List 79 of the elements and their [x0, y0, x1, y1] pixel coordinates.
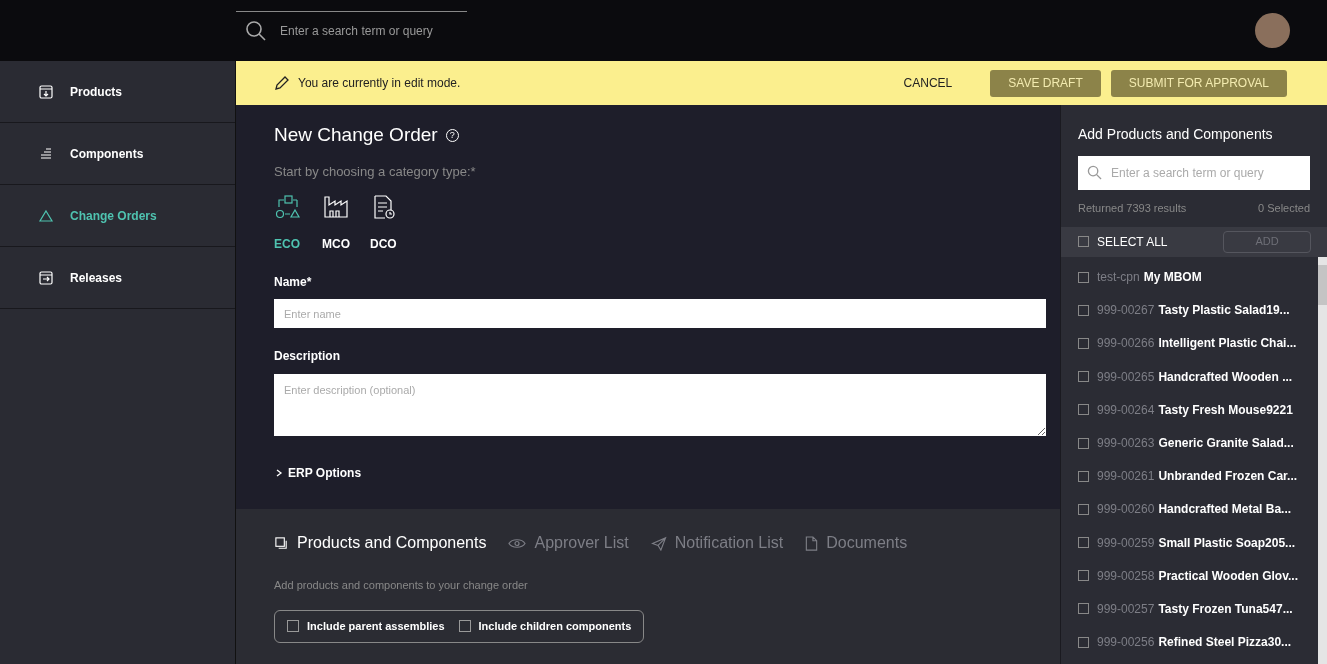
edit-mode-message: You are currently in edit mode.	[298, 75, 461, 92]
category-prompt: Start by choosing a category type:*	[274, 162, 477, 181]
checkbox[interactable]	[1078, 337, 1089, 349]
paper-plane-icon	[650, 535, 667, 551]
cpn-number: test-cpn	[1097, 269, 1140, 287]
item-name: Small Plastic Soap205...	[1158, 534, 1296, 552]
checkbox[interactable]	[1078, 570, 1089, 582]
sidebar-item[interactable]: Components	[0, 123, 235, 185]
item-name: Handcrafted Wooden ...	[1158, 368, 1293, 386]
description-field[interactable]: Enter description (optional)	[274, 374, 1046, 436]
checkbox-label: Include children components	[478, 618, 632, 634]
stacked-lines-icon	[38, 145, 54, 162]
checkbox[interactable]	[1078, 404, 1089, 416]
cpn-number: 999-00265	[1097, 368, 1155, 386]
cpn-number: 999-00264	[1097, 401, 1155, 419]
item-name: Refined Steel Pizza30...	[1158, 634, 1292, 652]
item-name: Practical Wooden Glov...	[1158, 567, 1298, 585]
shapes-icon[interactable]	[274, 193, 302, 221]
description-label: Description	[274, 348, 341, 365]
search-field[interactable]: Enter a search term or query	[236, 10, 467, 51]
sidebar-item[interactable]: Releases	[0, 247, 235, 309]
checkbox[interactable]	[1078, 271, 1089, 283]
tab-hint: Add products and components to your change order	[274, 578, 529, 593]
checkbox[interactable]	[1078, 371, 1089, 383]
cpn-number: 999-00257	[1097, 600, 1155, 618]
cpn-number: 999-00267	[1097, 302, 1155, 320]
cpn-number: 999-00266	[1097, 335, 1155, 353]
item-name: Tasty Plastic Salad19...	[1158, 302, 1290, 320]
box-icon	[38, 83, 54, 100]
cpn-number: 999-00260	[1097, 501, 1155, 519]
name-label: Name*	[274, 274, 313, 291]
factory-icon[interactable]	[322, 193, 350, 221]
checkbox[interactable]	[287, 620, 299, 632]
tab[interactable]: Products and Components	[274, 531, 487, 555]
cpn-number: 999-00263	[1097, 435, 1155, 453]
cpn-number: 999-00259	[1097, 534, 1155, 552]
checkbox[interactable]	[458, 620, 471, 632]
stacked-squares-icon	[274, 535, 289, 551]
cancel-button[interactable]: CANCEL	[903, 74, 953, 92]
checkbox[interactable]	[1078, 437, 1089, 449]
cpn-number: 999-00256	[1097, 634, 1155, 652]
select-all-label: SELECT ALL	[1097, 233, 1168, 251]
category-option[interactable]: ECO	[274, 235, 300, 253]
checkbox[interactable]	[1078, 537, 1089, 549]
checkbox[interactable]	[1078, 304, 1089, 316]
category-option[interactable]: MCO	[322, 235, 350, 253]
name-field[interactable]: Enter name	[274, 299, 1046, 328]
pencil-icon	[274, 75, 290, 91]
checkbox[interactable]	[1078, 470, 1089, 482]
panel-search-field[interactable]: Enter a search term or query	[1078, 156, 1310, 190]
checkbox[interactable]	[1078, 603, 1089, 615]
checkbox[interactable]	[1078, 236, 1089, 247]
selected-count: 0 Selected	[1258, 201, 1310, 216]
cpn-number: 999-00258	[1097, 567, 1155, 585]
category-option[interactable]: DCO	[370, 235, 397, 253]
search-icon	[1087, 165, 1102, 180]
results-count: Returned 7393 results	[1078, 201, 1187, 216]
item-name: Unbranded Frozen Car...	[1158, 468, 1298, 486]
scrollbar[interactable]	[1318, 256, 1327, 664]
document-icon	[805, 535, 819, 551]
item-name: Tasty Fresh Mouse9221	[1158, 401, 1293, 419]
item-name: Intelligent Plastic Chai...	[1158, 335, 1297, 353]
page-title: New Change Order	[274, 123, 438, 147]
checkbox[interactable]	[1078, 503, 1089, 515]
search-icon	[244, 18, 268, 43]
checkbox[interactable]	[1078, 636, 1089, 648]
erp-options-toggle[interactable]: ERP Options	[274, 464, 362, 482]
tab[interactable]: Approver List	[508, 531, 629, 555]
cpn-number: 999-00261	[1097, 468, 1155, 486]
sidebar-item[interactable]: Change Orders	[0, 185, 235, 247]
item-name: Generic Granite Salad...	[1158, 435, 1294, 453]
item-name: Tasty Frozen Tuna547...	[1158, 600, 1293, 618]
panel-title: Add Products and Components	[1077, 125, 1274, 144]
checkbox-label: Include parent assemblies	[307, 618, 445, 634]
sidebar-item[interactable]: Products	[0, 61, 235, 123]
item-name: Handcrafted Metal Ba...	[1158, 501, 1292, 519]
avatar[interactable]	[1255, 13, 1290, 48]
item-name: My MBOM	[1143, 269, 1202, 287]
chevron-icon	[274, 468, 284, 478]
